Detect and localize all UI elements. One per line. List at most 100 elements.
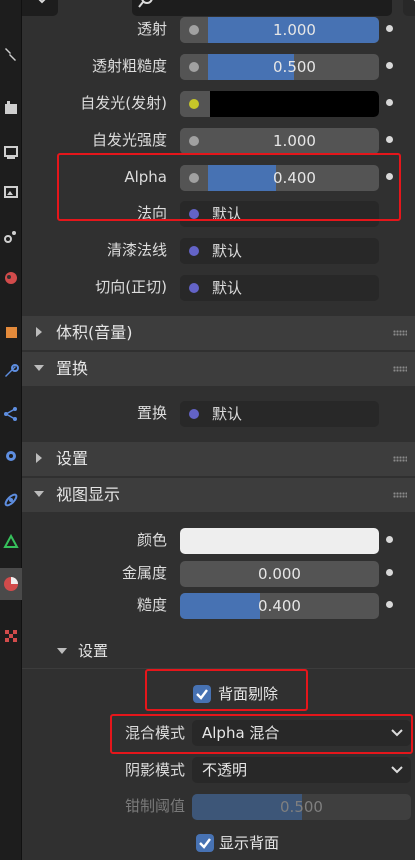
viewport-metallic-slider[interactable]: 0.000 (180, 561, 379, 587)
viewport-display-panel-title: 视图显示 (56, 485, 121, 504)
tangent-input[interactable]: 默认 (180, 275, 379, 301)
viewport-color-swatch[interactable] (180, 528, 379, 554)
expand-right-icon (36, 327, 42, 337)
socket-icon[interactable] (180, 91, 208, 117)
drag-grip-icon[interactable] (393, 330, 407, 336)
chevron-down-icon (413, 0, 415, 2)
tool-icon (5, 48, 16, 61)
viewport-roughness-slider[interactable]: 0.400 (180, 593, 379, 619)
displacement-panel-title: 置换 (56, 359, 89, 378)
viewport-metallic-value: 0.000 (258, 565, 301, 583)
keyframe-dot-icon[interactable] (386, 173, 393, 180)
constraints-tab[interactable] (0, 484, 22, 516)
normal-value: 默认 (212, 205, 243, 223)
object-tab[interactable] (0, 316, 22, 348)
blend-mode-label: 混合模式 (124, 724, 185, 742)
viewport-color-row: 颜色 (22, 524, 415, 556)
keyframe-dot-icon[interactable] (386, 536, 393, 543)
emission-strength-row: 自发光强度 1.000 (22, 124, 415, 156)
emission-strength-label: 自发光强度 (91, 131, 167, 149)
volume-panel-header[interactable]: 体积(音量) (22, 316, 415, 350)
show-backface-label: 显示背面 (219, 834, 280, 852)
keyframe-dot-icon[interactable] (386, 601, 393, 608)
render-tab[interactable] (0, 92, 22, 124)
transmission-slider[interactable]: 1.000 (180, 17, 379, 43)
keyframe-dot-icon[interactable] (386, 99, 393, 106)
viewport-metallic-row: 金属度 0.000 (22, 557, 415, 589)
output-tab[interactable] (0, 136, 22, 168)
show-backface-row: 显示背面 (22, 827, 415, 859)
backface-culling-checkbox[interactable] (193, 685, 211, 703)
object-icon (6, 327, 17, 338)
normal-input[interactable]: 默认 (180, 201, 379, 227)
expand-down-icon (57, 648, 67, 654)
keyframe-dot-icon[interactable] (386, 62, 393, 69)
shadow-mode-dropdown[interactable]: 不透明 (192, 757, 411, 783)
output-icon (4, 146, 18, 159)
displacement-panel-header[interactable]: 置换 (22, 352, 415, 386)
alpha-slider[interactable]: 0.400 (180, 165, 379, 191)
drag-grip-icon[interactable] (393, 456, 407, 462)
viewport-color-label: 颜色 (136, 531, 167, 549)
material-icon (4, 577, 18, 591)
search-icon (138, 0, 153, 8)
displacement-label: 置换 (136, 404, 167, 422)
drag-grip-icon[interactable] (393, 492, 407, 498)
emission-strength-field[interactable]: 1.000 (180, 128, 379, 154)
keyframe-dot-icon[interactable] (386, 136, 393, 143)
clearcoat-normal-value: 默认 (212, 242, 243, 260)
drag-grip-icon[interactable] (393, 366, 407, 372)
render-icon (5, 101, 17, 114)
show-backface-checkbox[interactable] (196, 834, 214, 852)
shadow-mode-label: 阴影模式 (124, 761, 185, 779)
blend-mode-row: 混合模式 Alpha 混合 (22, 717, 415, 749)
clearcoat-normal-label: 清漆法线 (106, 241, 167, 259)
blend-mode-dropdown[interactable]: Alpha 混合 (192, 720, 411, 746)
chevron-down-icon (391, 766, 403, 774)
displacement-value: 默认 (212, 405, 243, 423)
modifier-tab[interactable] (0, 356, 22, 388)
settings-subpanel-header[interactable]: 设置 (22, 634, 415, 668)
transmission-value: 1.000 (273, 21, 316, 39)
scene-tab[interactable] (0, 220, 22, 252)
texture-tab[interactable] (0, 620, 22, 652)
expand-right-icon (36, 453, 42, 463)
physics-tab[interactable] (0, 440, 22, 472)
transmission-label: 透射 (136, 20, 167, 38)
clearcoat-normal-input[interactable]: 默认 (180, 238, 379, 264)
viewport-roughness-label: 糙度 (136, 596, 167, 614)
clearcoat-normal-row: 清漆法线 默认 (22, 234, 415, 266)
shadow-mode-row: 阴影模式 不透明 (22, 754, 415, 786)
displacement-input[interactable]: 默认 (180, 401, 379, 427)
chevron-down-icon (391, 729, 403, 737)
settings-subpanel-title: 设置 (78, 642, 109, 660)
emission-label: 自发光(发射) (80, 94, 167, 112)
alpha-value: 0.400 (273, 169, 316, 187)
texture-icon (5, 630, 17, 642)
transmission-roughness-slider[interactable]: 0.500 (180, 54, 379, 80)
material-tab[interactable] (0, 568, 22, 600)
emission-color-field[interactable] (180, 91, 379, 117)
expand-down-icon (34, 491, 44, 497)
settings-panel-header[interactable]: 设置 (22, 442, 415, 476)
tool-tab[interactable] (0, 38, 22, 70)
world-tab[interactable] (0, 262, 22, 294)
volume-panel-title: 体积(音量) (56, 323, 133, 342)
shadow-mode-value: 不透明 (202, 761, 248, 779)
viewport-display-panel-header[interactable]: 视图显示 (22, 478, 415, 512)
tangent-row: 切向(正切) 默认 (22, 271, 415, 303)
normal-label: 法向 (136, 204, 167, 222)
world-icon (5, 272, 17, 284)
blend-mode-value: Alpha 混合 (202, 724, 280, 742)
transmission-roughness-label: 透射粗糙度 (91, 57, 167, 75)
clip-threshold-slider[interactable]: 0.500 (192, 794, 411, 820)
properties-tab-bar (0, 0, 22, 860)
view-layer-tab[interactable] (0, 176, 22, 208)
data-tab[interactable] (0, 526, 22, 558)
keyframe-dot-icon[interactable] (386, 25, 393, 32)
clip-threshold-label: 钳制阈值 (124, 797, 185, 815)
view-layer-icon (4, 186, 18, 198)
emission-color-swatch[interactable] (210, 91, 379, 117)
keyframe-dot-icon[interactable] (386, 569, 393, 576)
particles-tab[interactable] (0, 398, 22, 430)
